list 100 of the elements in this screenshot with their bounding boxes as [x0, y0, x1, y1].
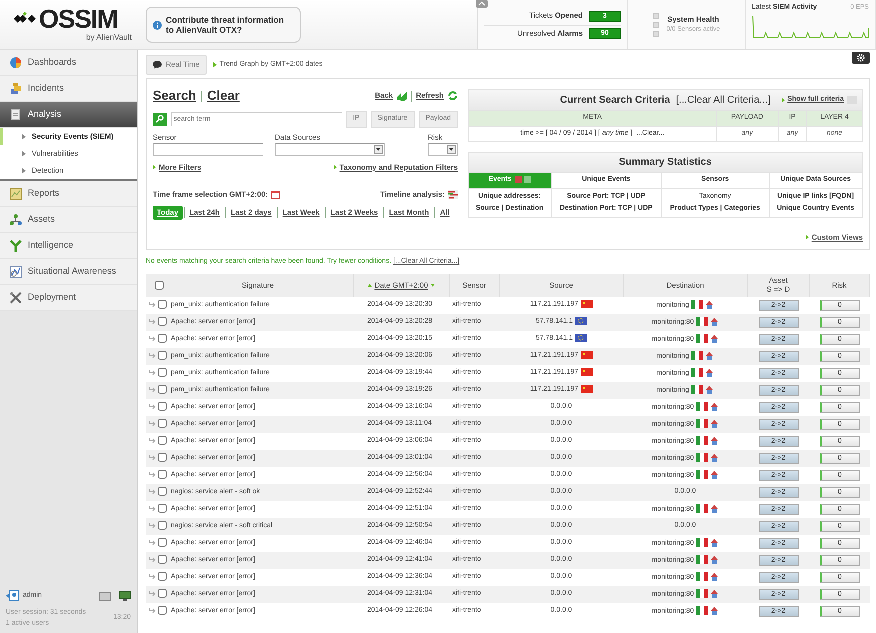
row-checkbox[interactable] [158, 384, 167, 394]
row-checkbox[interactable] [158, 470, 167, 479]
italy-flag-icon [696, 453, 708, 462]
logo-text: OSSIM [39, 6, 118, 32]
china-flag-icon [580, 351, 593, 360]
sidebar-item[interactable]: Intelligence [0, 233, 137, 259]
row-checkbox[interactable] [158, 538, 167, 547]
sidebar-item-label: Deployment [28, 290, 76, 304]
folder-icon[interactable] [99, 591, 111, 601]
host-icon [710, 538, 720, 548]
expand-arrow-icon[interactable] [149, 522, 156, 529]
status-square-icon [652, 30, 659, 36]
host-icon [710, 316, 720, 327]
expand-arrow-icon[interactable] [149, 504, 156, 512]
china-flag-icon [580, 368, 593, 376]
italy-flag-icon [696, 436, 708, 446]
triangle-icon [22, 168, 26, 174]
row-checkbox[interactable] [158, 486, 167, 496]
sidebar-item[interactable]: Incidents [0, 76, 137, 102]
sidebar-item[interactable]: Situational Awareness [0, 259, 137, 285]
row-checkbox[interactable] [158, 436, 167, 445]
pdf-icon [514, 176, 522, 183]
search-icon [156, 115, 164, 124]
sidebar-item-label: Intelligence [28, 238, 74, 252]
sidebar-item[interactable]: Analysis [0, 102, 137, 128]
expand-arrow-icon[interactable] [149, 300, 156, 308]
select-all-checkbox[interactable] [155, 280, 164, 290]
row-checkbox[interactable] [158, 300, 167, 309]
otx-prompt-box[interactable]: Contribute threat information to AlienVault OTX? [146, 7, 301, 43]
sprout-icon [10, 240, 22, 252]
expand-arrow-icon[interactable] [149, 436, 156, 444]
row-checkbox[interactable] [158, 520, 167, 530]
expand-arrow-icon[interactable] [149, 386, 156, 393]
expand-arrow-icon[interactable] [149, 590, 156, 597]
expand-arrow-icon[interactable] [149, 454, 156, 461]
speech-bubble-icon [153, 61, 162, 69]
expand-arrow-icon[interactable] [149, 556, 156, 563]
graph-icon [10, 266, 22, 278]
expand-arrow-icon[interactable] [149, 538, 156, 546]
timeline-chart-icon[interactable] [448, 190, 458, 200]
expand-arrow-icon[interactable] [149, 488, 156, 495]
user-icon [6, 590, 20, 602]
expand-arrow-icon[interactable] [149, 368, 156, 376]
clear-link[interactable]: Clear [207, 86, 240, 106]
triangle-icon [22, 150, 26, 156]
row-checkbox[interactable] [158, 452, 167, 462]
spreadsheet-icon [524, 176, 531, 183]
search-link[interactable]: Search [153, 86, 196, 106]
calendar-icon[interactable] [271, 190, 280, 200]
expand-arrow-icon[interactable] [149, 318, 156, 325]
dropdown-field[interactable] [428, 142, 458, 156]
otx-prompt-text: Contribute threat information to AlienVault OTX? [166, 15, 286, 35]
status-square-icon [652, 12, 659, 18]
expand-arrow-icon[interactable] [149, 352, 156, 359]
sidebar-item[interactable]: Dashboards [0, 50, 137, 76]
sidebar-item[interactable]: Deployment [0, 285, 137, 311]
host-icon [710, 554, 720, 565]
row-checkbox[interactable] [158, 368, 167, 377]
sort-down-icon[interactable] [431, 284, 436, 287]
expand-arrow-icon[interactable] [149, 572, 156, 580]
row-checkbox[interactable] [158, 572, 167, 581]
row-checkbox[interactable] [158, 554, 167, 564]
row-checkbox[interactable] [158, 504, 167, 513]
expand-arrow-icon[interactable] [149, 402, 156, 410]
sidebar-item[interactable]: Assets [0, 207, 137, 233]
expand-arrow-icon[interactable] [149, 420, 156, 427]
document-icon [10, 108, 22, 120]
host-icon [710, 418, 720, 429]
sort-up-icon[interactable] [368, 284, 372, 287]
host-icon [705, 368, 714, 378]
italy-flag-icon [696, 419, 708, 428]
search-button[interactable] [153, 112, 167, 126]
host-icon [705, 350, 714, 361]
row-checkbox[interactable] [158, 418, 167, 428]
expand-arrow-icon[interactable] [149, 334, 156, 342]
expand-arrow-icon[interactable] [149, 606, 156, 614]
row-checkbox[interactable] [158, 350, 167, 360]
expand-arrow-icon[interactable] [149, 470, 156, 478]
host-icon [710, 572, 720, 582]
row-checkbox[interactable] [158, 316, 167, 326]
row-checkbox[interactable] [158, 588, 167, 598]
pie-chart-icon [10, 56, 22, 68]
italy-flag-icon [691, 300, 704, 310]
settings-button[interactable] [852, 52, 870, 64]
row-checkbox[interactable] [158, 334, 167, 343]
italy-flag-icon [696, 470, 708, 480]
sidebar-item[interactable]: Reports [0, 181, 137, 207]
row-checkbox[interactable] [158, 606, 167, 615]
sidebar-item-label: Dashboards [28, 56, 77, 69]
boxes-icon [10, 82, 22, 94]
row-checkbox[interactable] [158, 402, 167, 411]
triangle-icon [22, 134, 26, 140]
dropdown-field[interactable] [275, 142, 385, 156]
triangle-icon [782, 98, 785, 102]
input-field[interactable] [153, 142, 263, 156]
china-flag-icon [580, 385, 593, 394]
back-arrow-icon [397, 92, 408, 100]
host-icon [710, 470, 720, 480]
monitor-icon[interactable] [119, 591, 131, 601]
clear-criteria-link[interactable]: [...Clear All Criteria...] [676, 92, 771, 108]
